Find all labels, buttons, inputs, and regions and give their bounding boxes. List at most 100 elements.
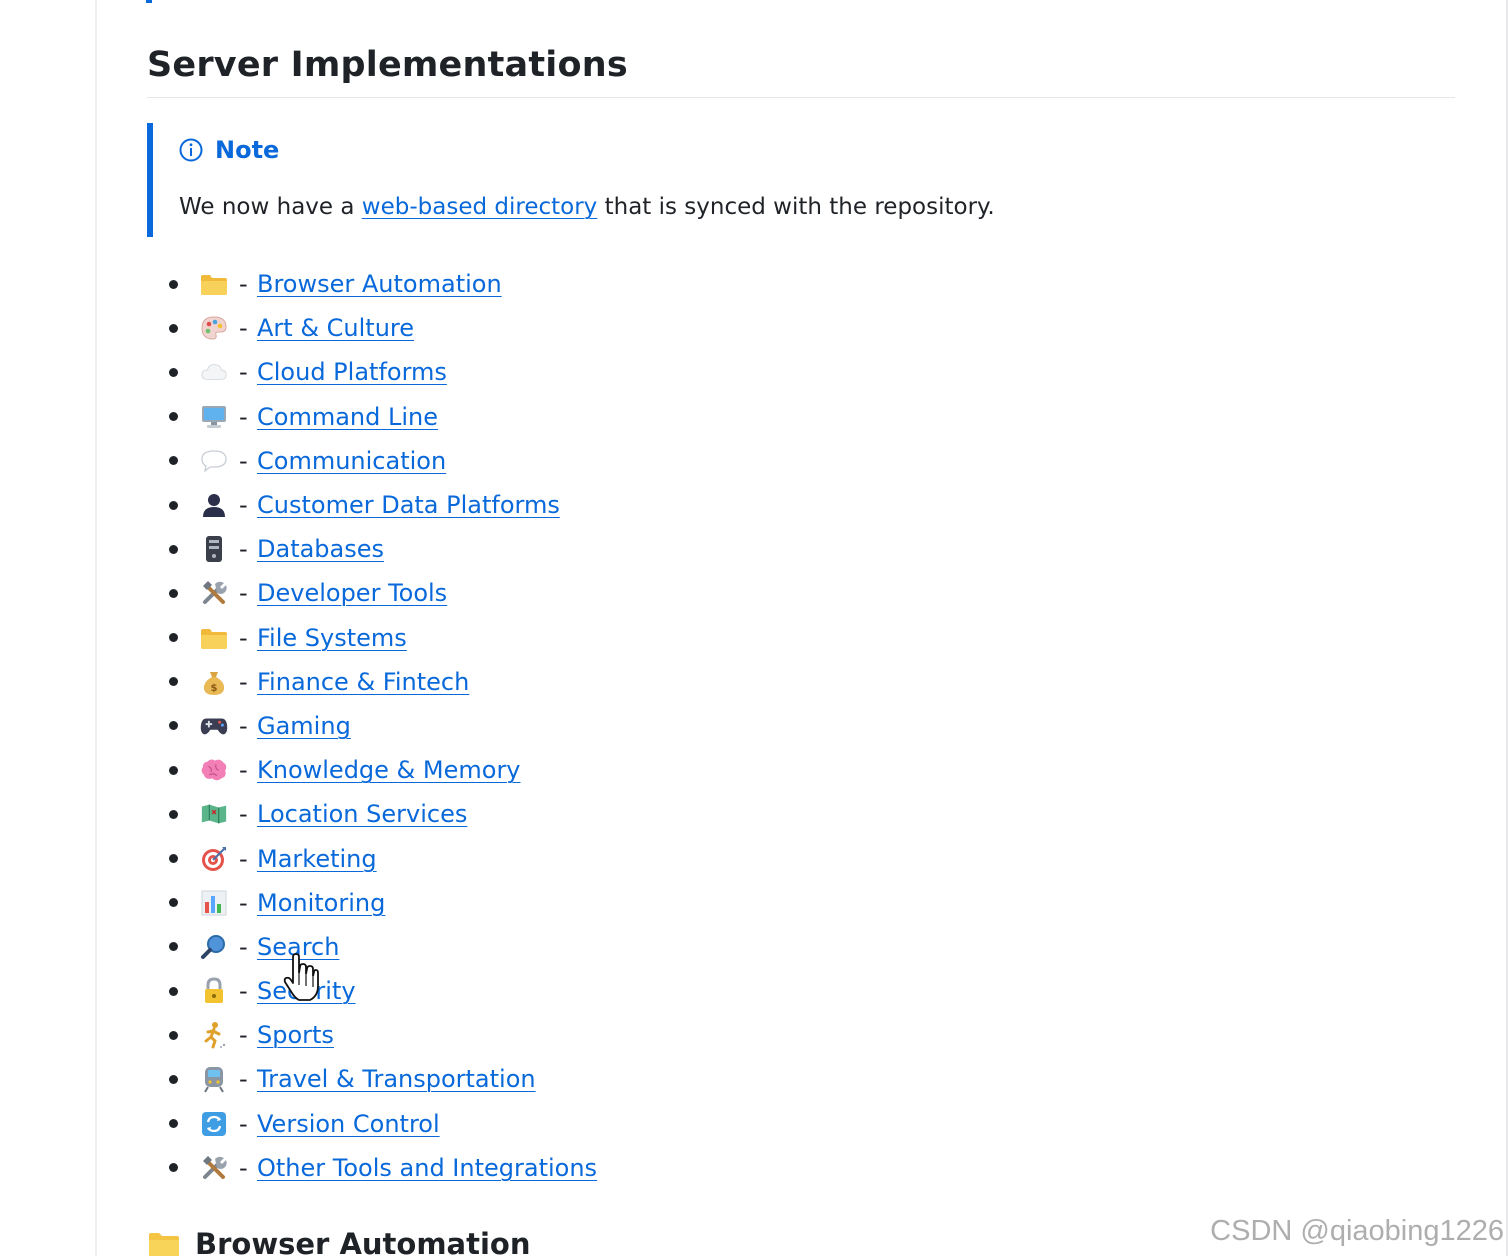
- list-bullet: [169, 367, 178, 377]
- separator-dash: -: [239, 623, 248, 652]
- list-bullet: [169, 633, 178, 643]
- list-bullet: [169, 1119, 178, 1129]
- category-link-command-line[interactable]: Command Line: [257, 403, 438, 431]
- category-link-knowledge-and-memory[interactable]: Knowledge & Memory: [257, 756, 521, 784]
- game-controller-icon: [200, 712, 228, 740]
- separator-dash: -: [239, 932, 248, 961]
- brain-icon: [200, 756, 228, 784]
- runner-icon: [200, 1021, 228, 1049]
- browser-automation-heading: Browser Automation: [147, 1222, 530, 1256]
- category-link-search[interactable]: Search: [257, 933, 339, 961]
- list-bullet: [169, 588, 178, 598]
- scrollbar-track[interactable]: [1506, 0, 1508, 1256]
- cloud-icon: [200, 358, 228, 386]
- category-link-finance-and-fintech[interactable]: Finance & Fintech: [257, 668, 469, 696]
- category-link-monitoring[interactable]: Monitoring: [257, 889, 385, 917]
- sync-icon: [200, 1110, 228, 1138]
- separator-dash: -: [239, 1109, 248, 1138]
- separator-dash: -: [239, 491, 248, 520]
- list-bullet: [169, 1074, 178, 1084]
- category-link-location-services[interactable]: Location Services: [257, 800, 467, 828]
- separator-dash: -: [239, 888, 248, 917]
- separator-dash: -: [239, 800, 248, 829]
- category-link-developer-tools[interactable]: Developer Tools: [257, 579, 447, 607]
- list-bullet: [169, 986, 178, 996]
- category-link-browser-automation[interactable]: Browser Automation: [257, 270, 502, 298]
- speech-bubble-icon: [200, 447, 228, 475]
- svg-text:$: $: [211, 683, 218, 694]
- note-text-after: that is synced with the repository.: [597, 194, 995, 220]
- note-title-text: Note: [215, 136, 280, 164]
- folder-icon: [149, 1233, 179, 1256]
- separator-dash: -: [239, 756, 248, 785]
- category-link-customer-data-platforms[interactable]: Customer Data Platforms: [257, 491, 560, 519]
- note-callout: Note We now have a web-based directory t…: [147, 123, 1247, 237]
- list-bullet: [169, 500, 178, 510]
- separator-dash: -: [239, 446, 248, 475]
- separator-dash: -: [239, 358, 248, 387]
- separator-dash: -: [239, 977, 248, 1006]
- list-bullet: [169, 412, 178, 422]
- note-title: Note: [179, 135, 279, 165]
- bar-chart-icon: [200, 889, 228, 917]
- category-link-travel-and-transportation[interactable]: Travel & Transportation: [257, 1065, 536, 1093]
- separator-dash: -: [239, 535, 248, 564]
- tools-icon: [200, 1154, 228, 1182]
- list-bullet: [169, 1030, 178, 1040]
- folder-icon: [200, 270, 228, 298]
- web-directory-link[interactable]: web-based directory: [362, 194, 598, 220]
- list-bullet: [169, 942, 178, 952]
- browser-automation-heading-text: Browser Automation: [195, 1227, 531, 1256]
- note-body: We now have a web-based directory that i…: [179, 191, 995, 223]
- list-bullet: [169, 323, 178, 333]
- separator-dash: -: [239, 1153, 248, 1182]
- separator-dash: -: [239, 579, 248, 608]
- list-bullet: [169, 809, 178, 819]
- separator-dash: -: [239, 1021, 248, 1050]
- info-icon: [179, 138, 203, 162]
- separator-dash: -: [239, 667, 248, 696]
- map-icon: [200, 800, 228, 828]
- separator-dash: -: [239, 1065, 248, 1094]
- list-bullet: [169, 677, 178, 687]
- category-link-version-control[interactable]: Version Control: [257, 1110, 440, 1138]
- database-icon: [200, 535, 228, 563]
- palette-icon: [200, 314, 228, 342]
- separator-dash: -: [239, 711, 248, 740]
- computer-icon: [200, 403, 228, 431]
- note-text-before: We now have a: [179, 194, 362, 220]
- category-link-communication[interactable]: Communication: [257, 447, 446, 475]
- list-bullet: [169, 1163, 178, 1173]
- content-left-border: [95, 0, 97, 1256]
- category-link-art-and-culture[interactable]: Art & Culture: [257, 314, 414, 342]
- separator-dash: -: [239, 402, 248, 431]
- list-bullet: [169, 898, 178, 908]
- category-link-security[interactable]: Security: [257, 977, 356, 1005]
- list-bullet: [169, 854, 178, 864]
- category-link-cloud-platforms[interactable]: Cloud Platforms: [257, 358, 447, 386]
- category-link-marketing[interactable]: Marketing: [257, 845, 377, 873]
- list-bullet: [169, 721, 178, 731]
- csdn-watermark: CSDN @qiaobing1226: [1210, 1215, 1504, 1247]
- target-icon: [200, 845, 228, 873]
- folder-icon: [200, 624, 228, 652]
- category-link-databases[interactable]: Databases: [257, 535, 384, 563]
- list-bullet: [169, 765, 178, 775]
- list-bullet: [169, 544, 178, 554]
- lock-icon: [200, 977, 228, 1005]
- separator-dash: -: [239, 844, 248, 873]
- previous-section-marker: [146, 0, 152, 3]
- category-link-gaming[interactable]: Gaming: [257, 712, 351, 740]
- list-bullet: [169, 279, 178, 289]
- category-link-sports[interactable]: Sports: [257, 1021, 334, 1049]
- category-link-other-tools-and-integrations[interactable]: Other Tools and Integrations: [257, 1154, 597, 1182]
- category-link-file-systems[interactable]: File Systems: [257, 624, 407, 652]
- tools-icon: [200, 579, 228, 607]
- train-icon: [200, 1065, 228, 1093]
- separator-dash: -: [239, 270, 248, 299]
- list-bullet: [169, 456, 178, 466]
- money-bag-icon: $: [200, 668, 228, 696]
- readme-page: Server Implementations Note We now have …: [0, 0, 1510, 1256]
- person-icon: [200, 491, 228, 519]
- magnifier-icon: [200, 933, 228, 961]
